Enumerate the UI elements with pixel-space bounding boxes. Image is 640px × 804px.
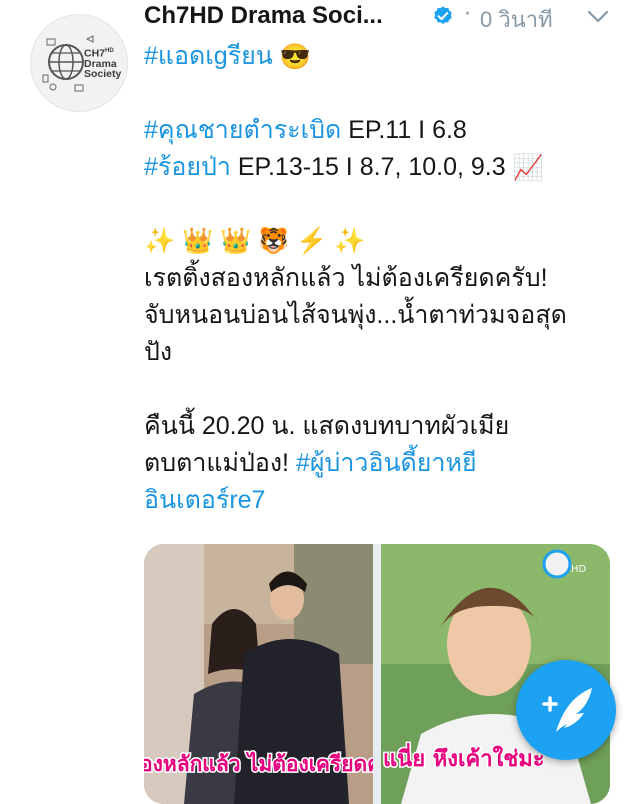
compose-feather-icon: [542, 688, 592, 732]
compose-button[interactable]: [516, 660, 616, 760]
tweet-timestamp[interactable]: 0 วินาที: [480, 2, 553, 37]
chart-increasing-emoji: 📈: [512, 153, 544, 182]
profile-avatar[interactable]: CH7HD Drama Society: [30, 14, 128, 112]
tweet-line: ตบตาแม่ป่อง! #ผู้บ่าวอินดี้ยาหยี: [144, 445, 614, 482]
tweet-text: #แอดเgรียน 😎 #คุณชายตำระเบิด EP.11 I 6.8…: [144, 38, 614, 519]
tweet-line: #แอดเgรียน 😎: [144, 38, 614, 75]
emoji-row: ✨ 👑 👑 🐯 ⚡ ✨: [144, 227, 366, 255]
media-image-1-caption: องหลักแล้ว ไม่ต้องเครียดครับ: [144, 751, 373, 776]
hashtag-link-continued[interactable]: อินเตอร์re7: [144, 486, 265, 514]
tweet-line: อินเตอร์re7: [144, 482, 614, 519]
media-image-2-logo: HD: [571, 564, 587, 575]
tweet-line-text: EP.13-15 I 8.7, 10.0, 9.3: [230, 153, 513, 181]
hashtag-link[interactable]: #ผู้บ่าวอินดี้ยาหยี: [296, 449, 477, 477]
tweet-line-text: คืนนี้ 20.20 น. แสดงบทบาทผัวเมีย: [144, 412, 510, 440]
tweet-line-text: ปัง: [144, 338, 173, 366]
hashtag-link[interactable]: #ร้อยป่า: [144, 153, 231, 181]
hashtag-link[interactable]: #คุณชายตำระเบิด: [144, 116, 341, 144]
display-name[interactable]: Ch7HD Drama Soci...: [144, 2, 383, 30]
sunglasses-emoji: 😎: [279, 42, 311, 71]
chevron-down-icon[interactable]: [586, 6, 610, 26]
media-image-1[interactable]: องหลักแล้ว ไม่ต้องเครียดครับ: [144, 544, 373, 804]
hashtag-link[interactable]: #แอดเgรียน: [144, 42, 273, 70]
avatar-text: CH7HD Drama Society: [84, 47, 122, 80]
tweet-line: #ร้อยป่า EP.13-15 I 8.7, 10.0, 9.3 📈: [144, 149, 614, 186]
tweet-line: #คุณชายตำระเบิด EP.11 I 6.8: [144, 112, 614, 149]
tweet-line-text: เรตติ้งสองหลักแล้ว ไม่ต้องเครียดครับ!: [144, 264, 548, 292]
verified-badge-icon: [434, 6, 452, 24]
tweet-header: Ch7HD Drama Soci... · 0 วินาที: [144, 0, 640, 34]
tweet-line-text: จับหนอนบ่อนไส้จนพุ่ง...น้ำตาท่วมจอสุด: [144, 301, 567, 329]
separator-dot: ·: [464, 2, 471, 27]
tweet-line-text: EP.11 I 6.8: [341, 116, 467, 144]
tweet-line-text: ตบตาแม่ป่อง!: [144, 449, 296, 477]
